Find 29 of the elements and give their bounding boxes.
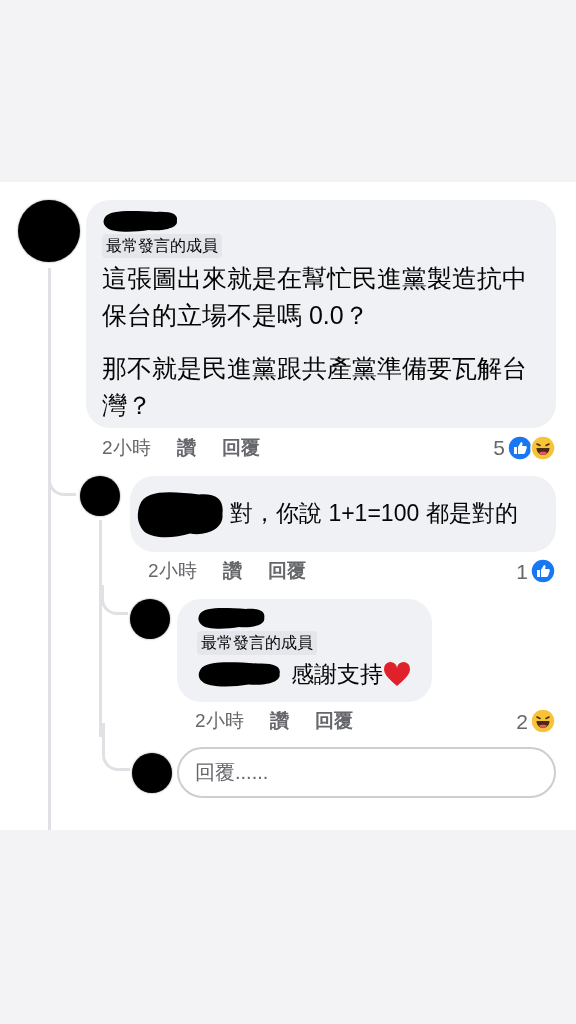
heart-icon	[383, 661, 411, 688]
member-badge: 最常發言的成員	[197, 631, 317, 655]
reply-input-field[interactable]: 回覆......	[177, 747, 556, 798]
avatar[interactable]	[18, 200, 80, 262]
thumbs-up-icon	[507, 434, 533, 461]
laughing-emoji-icon	[530, 708, 556, 735]
timestamp: 2小時	[195, 709, 244, 733]
reply-link[interactable]: 回覆	[267, 557, 306, 586]
comment-text: 這張圖出來就是在幫忙民進黨製造抗中保台的立場不是嗎 0.0？	[102, 263, 528, 331]
like-link[interactable]: 讚	[222, 557, 242, 586]
thumbs-up-icon	[530, 558, 556, 585]
reaction-count: 2	[516, 708, 528, 735]
reply-link[interactable]: 回覆	[221, 433, 260, 462]
reply-link[interactable]: 回覆	[314, 707, 353, 736]
like-link[interactable]: 讚	[269, 707, 289, 736]
reaction-count: 5	[493, 435, 505, 461]
reaction-count: 1	[516, 558, 528, 585]
reply-text: 對，你說 1+1=100 都是對的	[230, 499, 518, 529]
reply-text: 感謝支持	[291, 660, 383, 689]
laughing-emoji-icon	[530, 434, 556, 461]
member-badge: 最常發言的成員	[102, 234, 222, 258]
avatar[interactable]	[130, 599, 170, 639]
timestamp: 2小時	[102, 435, 151, 460]
avatar[interactable]	[80, 475, 120, 516]
comment-text: 那不就是民進黨跟共產黨準備要瓦解台灣？	[102, 353, 528, 421]
like-link[interactable]: 讚	[176, 433, 196, 462]
avatar[interactable]	[132, 752, 172, 793]
timestamp: 2小時	[148, 559, 197, 583]
redaction-mark	[197, 605, 267, 631]
